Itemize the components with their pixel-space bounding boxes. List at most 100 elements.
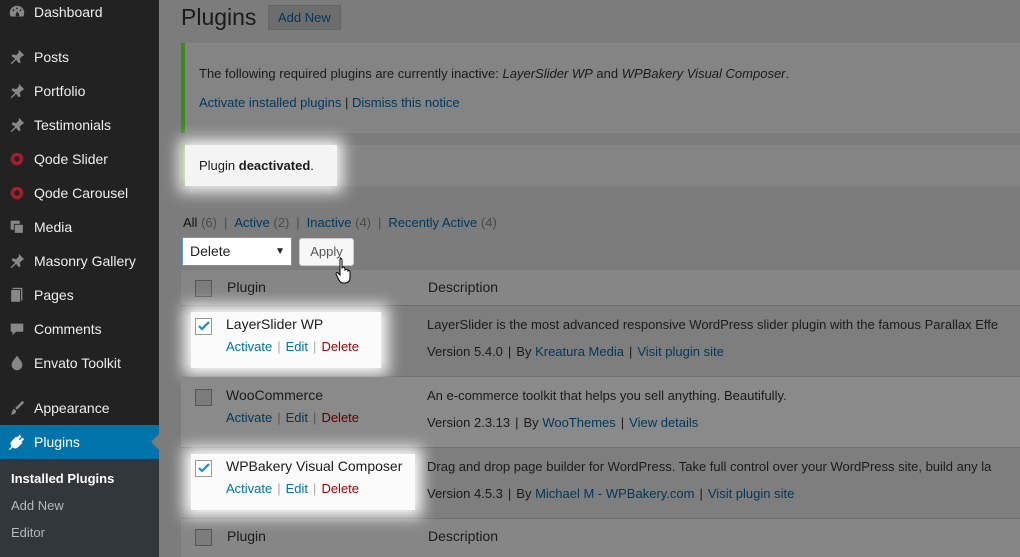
delete-link[interactable]: Delete: [321, 339, 359, 354]
plugin-author-link[interactable]: Michael M - WPBakery.com: [535, 486, 694, 501]
edit-link[interactable]: Edit: [286, 410, 308, 425]
meta-separator: |: [507, 344, 512, 359]
menu-masonry-gallery[interactable]: Masonry Gallery: [0, 244, 159, 278]
plugins-submenu: Installed Plugins Add New Editor: [0, 459, 159, 557]
row-checkbox[interactable]: [195, 318, 212, 335]
filter-active[interactable]: Active: [234, 215, 269, 230]
comment-icon: [0, 320, 34, 338]
plugin-site-link[interactable]: Visit plugin site: [708, 486, 794, 501]
menu-dashboard[interactable]: Dashboard: [0, 0, 159, 29]
plugin-by: By: [516, 486, 532, 501]
menu-label: Testimonials: [34, 117, 112, 133]
row-checkbox[interactable]: [195, 460, 212, 477]
filter-all-count: (6): [201, 215, 217, 230]
menu-label: Qode Carousel: [34, 185, 129, 201]
bulk-action-select[interactable]: Delete ▼: [182, 237, 292, 266]
filter-inactive[interactable]: Inactive: [307, 215, 352, 230]
submenu-editor[interactable]: Editor: [11, 525, 45, 540]
notice-links: Activate installed plugins | Dismiss thi…: [199, 95, 460, 110]
menu-plugins[interactable]: Plugins: [0, 425, 159, 459]
menu-qode-slider[interactable]: Qode Slider: [0, 142, 159, 176]
table-row: LayerSlider WP Activate | Edit | Delete Laye…: [181, 306, 1020, 377]
menu-comments[interactable]: Comments: [0, 312, 159, 346]
filter-separator: |: [378, 215, 382, 230]
hand-cursor-icon: [335, 257, 351, 284]
menu-label: Plugins: [34, 434, 80, 450]
filter-separator: |: [223, 215, 228, 230]
bulk-action-value: Delete: [190, 243, 231, 259]
select-all-checkbox-footer[interactable]: [195, 529, 212, 546]
activate-link[interactable]: Activate: [226, 481, 272, 496]
action-separator: |: [313, 481, 317, 496]
dashboard-icon: [0, 3, 34, 21]
menu-envato-toolkit[interactable]: Envato Toolkit: [0, 346, 159, 380]
menu-posts[interactable]: Posts: [0, 40, 159, 74]
column-description-footer: Description: [428, 528, 499, 544]
notice-plugin-1: LayerSlider WP: [502, 66, 593, 81]
plugin-details-link[interactable]: View details: [629, 415, 698, 430]
plugin-version: Version 4.5.3: [427, 486, 503, 501]
add-new-button[interactable]: Add New: [268, 5, 341, 30]
delete-link[interactable]: Delete: [321, 410, 359, 425]
plugin-author-link[interactable]: WooThemes: [542, 415, 615, 430]
action-separator: |: [277, 339, 281, 354]
plugin-description: LayerSlider is the most advanced respons…: [427, 317, 999, 332]
plugin-by: By: [516, 344, 532, 359]
plugin-meta: Version 2.3.13 | By WooThemes | View details: [427, 415, 698, 430]
menu-label: Portfolio: [34, 83, 86, 99]
required-plugins-notice: The following required plugins are curre…: [181, 43, 1020, 133]
menu-label: Media: [34, 219, 73, 235]
action-separator: |: [313, 410, 317, 425]
pin-icon: [0, 116, 34, 134]
plugin-author-link[interactable]: Kreatura Media: [535, 344, 624, 359]
plugin-meta: Version 5.4.0 | By Kreatura Media | Visit pl…: [427, 344, 724, 359]
edit-link[interactable]: Edit: [286, 481, 308, 496]
notice-link-separator: |: [341, 95, 352, 110]
meta-separator: |: [620, 415, 625, 430]
edit-link[interactable]: Edit: [286, 339, 308, 354]
menu-label: Posts: [34, 49, 70, 65]
deactivated-suffix: .: [310, 158, 314, 173]
menu-label: Pages: [34, 287, 74, 303]
plugin-description: Drag and drop page builder for WordPress…: [427, 459, 992, 474]
pages-icon: [0, 286, 34, 304]
drop-icon: [0, 354, 34, 372]
filter-active-count: (2): [273, 215, 290, 230]
menu-appearance[interactable]: Appearance: [0, 391, 159, 425]
meta-separator: |: [515, 415, 519, 430]
deactivated-notice: Plugin deactivated.: [181, 145, 1020, 186]
filter-recently-active[interactable]: Recently Active: [388, 215, 477, 230]
menu-portfolio[interactable]: Portfolio: [0, 74, 159, 108]
meta-separator: |: [699, 486, 703, 501]
checkmark-icon: [198, 321, 210, 331]
activate-link[interactable]: Activate: [226, 339, 272, 354]
column-plugin: Plugin: [227, 279, 266, 295]
submenu-add-new[interactable]: Add New: [11, 498, 64, 513]
menu-label: Masonry Gallery: [34, 253, 136, 269]
media-icon: [0, 218, 34, 236]
row-actions: Activate | Edit | Delete: [226, 410, 359, 425]
menu-pages[interactable]: Pages: [0, 278, 159, 312]
activate-installed-plugins-link[interactable]: Activate installed plugins: [199, 95, 341, 110]
action-separator: |: [277, 481, 281, 496]
pin-icon: [0, 48, 34, 66]
menu-testimonials[interactable]: Testimonials: [0, 108, 159, 142]
menu-label: Qode Slider: [34, 151, 108, 167]
row-checkbox[interactable]: [195, 389, 212, 406]
menu-qode-carousel[interactable]: Qode Carousel: [0, 176, 159, 210]
row-actions: Activate | Edit | Delete: [226, 481, 359, 496]
filter-all[interactable]: All: [183, 215, 197, 230]
delete-link[interactable]: Delete: [321, 481, 359, 496]
plugin-name: WooCommerce: [226, 387, 323, 403]
column-plugin-footer: Plugin: [227, 528, 266, 544]
submenu-installed-plugins[interactable]: Installed Plugins: [11, 471, 114, 486]
slider-circle-icon: [0, 150, 34, 168]
menu-media[interactable]: Media: [0, 210, 159, 244]
plugin-site-link[interactable]: Visit plugin site: [637, 344, 723, 359]
menu-label: Appearance: [34, 400, 110, 416]
dismiss-notice-link[interactable]: Dismiss this notice: [352, 95, 460, 110]
row-actions: Activate | Edit | Delete: [226, 339, 359, 354]
select-all-checkbox[interactable]: [195, 280, 212, 297]
activate-link[interactable]: Activate: [226, 410, 272, 425]
pin-icon: [0, 82, 34, 100]
